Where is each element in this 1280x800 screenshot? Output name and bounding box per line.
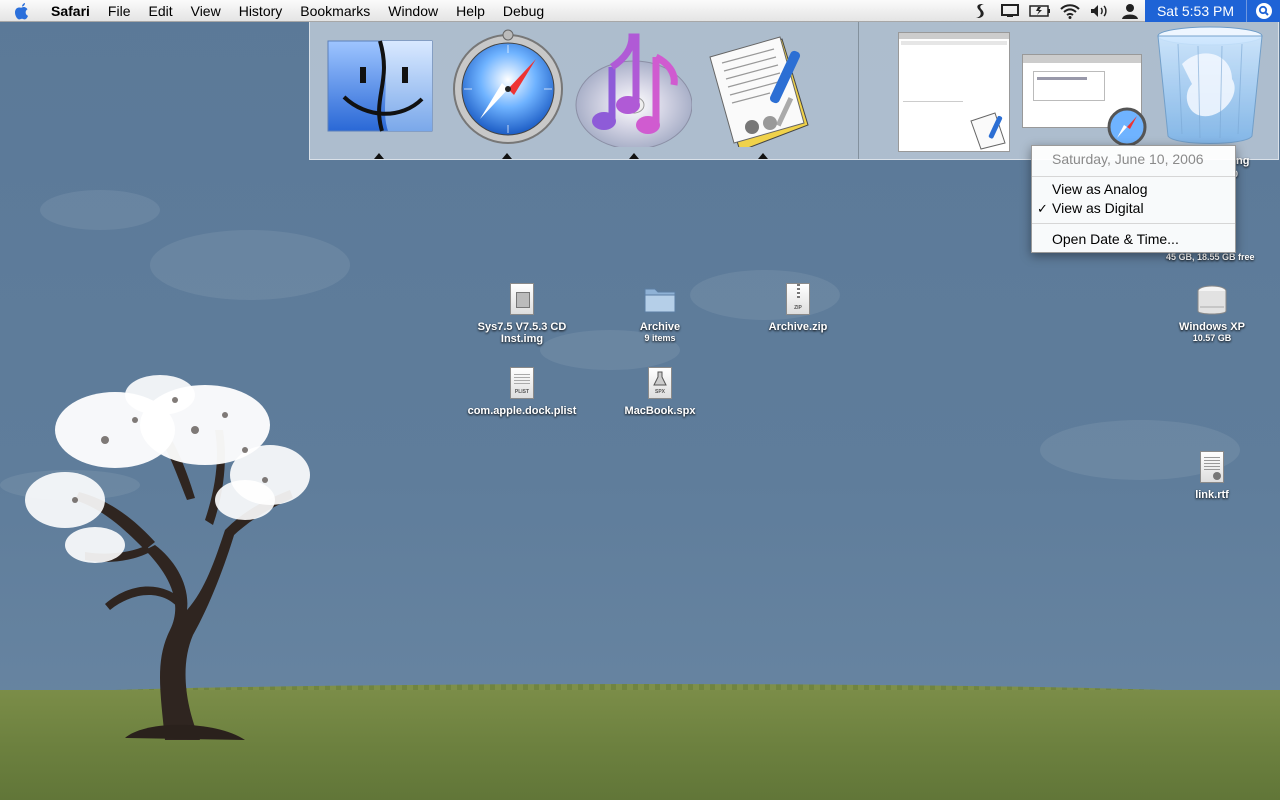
menu-extras: Sat 5:53 PM [965,0,1280,22]
spotlight-icon[interactable] [1246,0,1280,22]
script-menu-icon[interactable] [965,0,995,22]
menu-app-safari[interactable]: Safari [42,0,99,22]
minimized-window-textedit[interactable] [898,32,1010,152]
clock-menu-date: Saturday, June 10, 2006 [1052,151,1204,167]
hidden-drive-label-fragment: ng [1236,155,1250,167]
hard-drive-icon [1195,283,1229,319]
menu-separator [1032,176,1235,177]
desktop-icon-label: Windows XP [1179,321,1245,333]
minimized-window-safari[interactable] [1022,54,1147,147]
dock-separator [858,22,859,159]
itunes-running-indicator [629,153,639,159]
menu-edit[interactable]: Edit [139,0,181,22]
desktop-icon-info: 10.57 GB [1192,333,1232,343]
desktop-icon-label: com.apple.dock.plist [467,405,577,417]
safari-running-indicator [502,153,512,159]
menu-bar: Safari File Edit View History Bookmarks … [0,0,1280,22]
itunes-icon[interactable] [572,27,693,150]
desktop-icon-windows-xp-drive[interactable]: Windows XP 10.57 GB [1157,283,1267,344]
desktop-icon-label-line2: Inst.img [500,333,544,345]
desktop-icon-label: Sys7.5 V7.5.3 CD [477,321,567,333]
desktop-icon-label: link.rtf [1195,489,1229,501]
menu-item-open-date-time[interactable]: Open Date & Time... [1052,231,1179,247]
user-icon[interactable] [1115,0,1145,22]
trash-icon[interactable] [1152,24,1272,144]
desktop-icon-label: Archive.zip [768,321,828,333]
menu-view[interactable]: View [182,0,230,22]
zip-file-tag: ZIP [794,305,802,311]
system-profiler-file-icon: SPX [643,367,677,403]
clock-dropdown-menu: Saturday, June 10, 2006 View as Analog ✓… [1031,145,1236,253]
checkmark-icon: ✓ [1037,201,1048,216]
desktop-icon-label: Archive [639,321,681,333]
disk-image-icon [505,283,539,319]
desktop-icon-info: 9 items [644,333,676,343]
desktop-icon-macbook-spx[interactable]: SPX MacBook.spx [605,367,715,417]
zip-file-icon: ZIP [781,283,815,319]
plist-file-tag: PLIST [514,389,530,395]
menu-separator [1032,223,1235,224]
desktop-icon-label: MacBook.spx [624,405,696,417]
menu-window[interactable]: Window [379,0,447,22]
drive-capacity-label: 45 GB, 18.55 GB free [1166,252,1255,262]
dock [309,22,1279,160]
menu-item-view-digital[interactable]: View as Digital [1052,200,1144,216]
menu-debug[interactable]: Debug [494,0,553,22]
plist-file-icon: PLIST [505,367,539,403]
menu-help[interactable]: Help [447,0,494,22]
menu-file[interactable]: File [99,0,140,22]
finder-running-indicator [374,153,384,159]
desktop-icon-archive-folder[interactable]: Archive 9 items [605,283,715,344]
blossom-tree-illustration [25,375,310,740]
textedit-icon[interactable] [700,27,820,152]
textedit-running-indicator [758,153,768,159]
finder-icon[interactable] [322,27,442,147]
apple-menu-icon[interactable] [14,0,36,22]
wifi-icon[interactable] [1055,0,1085,22]
display-menu-icon[interactable] [995,0,1025,22]
desktop-icon-link-rtf[interactable]: link.rtf [1157,451,1267,501]
spx-file-tag: SPX [654,389,665,395]
rtf-file-icon [1195,451,1229,487]
menu-history[interactable]: History [230,0,292,22]
battery-icon[interactable] [1025,0,1055,22]
menu-bookmarks[interactable]: Bookmarks [291,0,379,22]
desktop-icon-archive-zip[interactable]: ZIP Archive.zip [743,283,853,333]
menu-clock[interactable]: Sat 5:53 PM [1144,0,1246,22]
desktop-icon-dock-plist[interactable]: PLIST com.apple.dock.plist [467,367,577,417]
menu-item-view-analog[interactable]: View as Analog [1052,181,1147,197]
desktop-icon-sys75-img[interactable]: Sys7.5 V7.5.3 CD Inst.img [467,283,577,345]
volume-icon[interactable] [1085,0,1115,22]
safari-icon[interactable] [448,27,568,147]
folder-icon [643,283,677,319]
